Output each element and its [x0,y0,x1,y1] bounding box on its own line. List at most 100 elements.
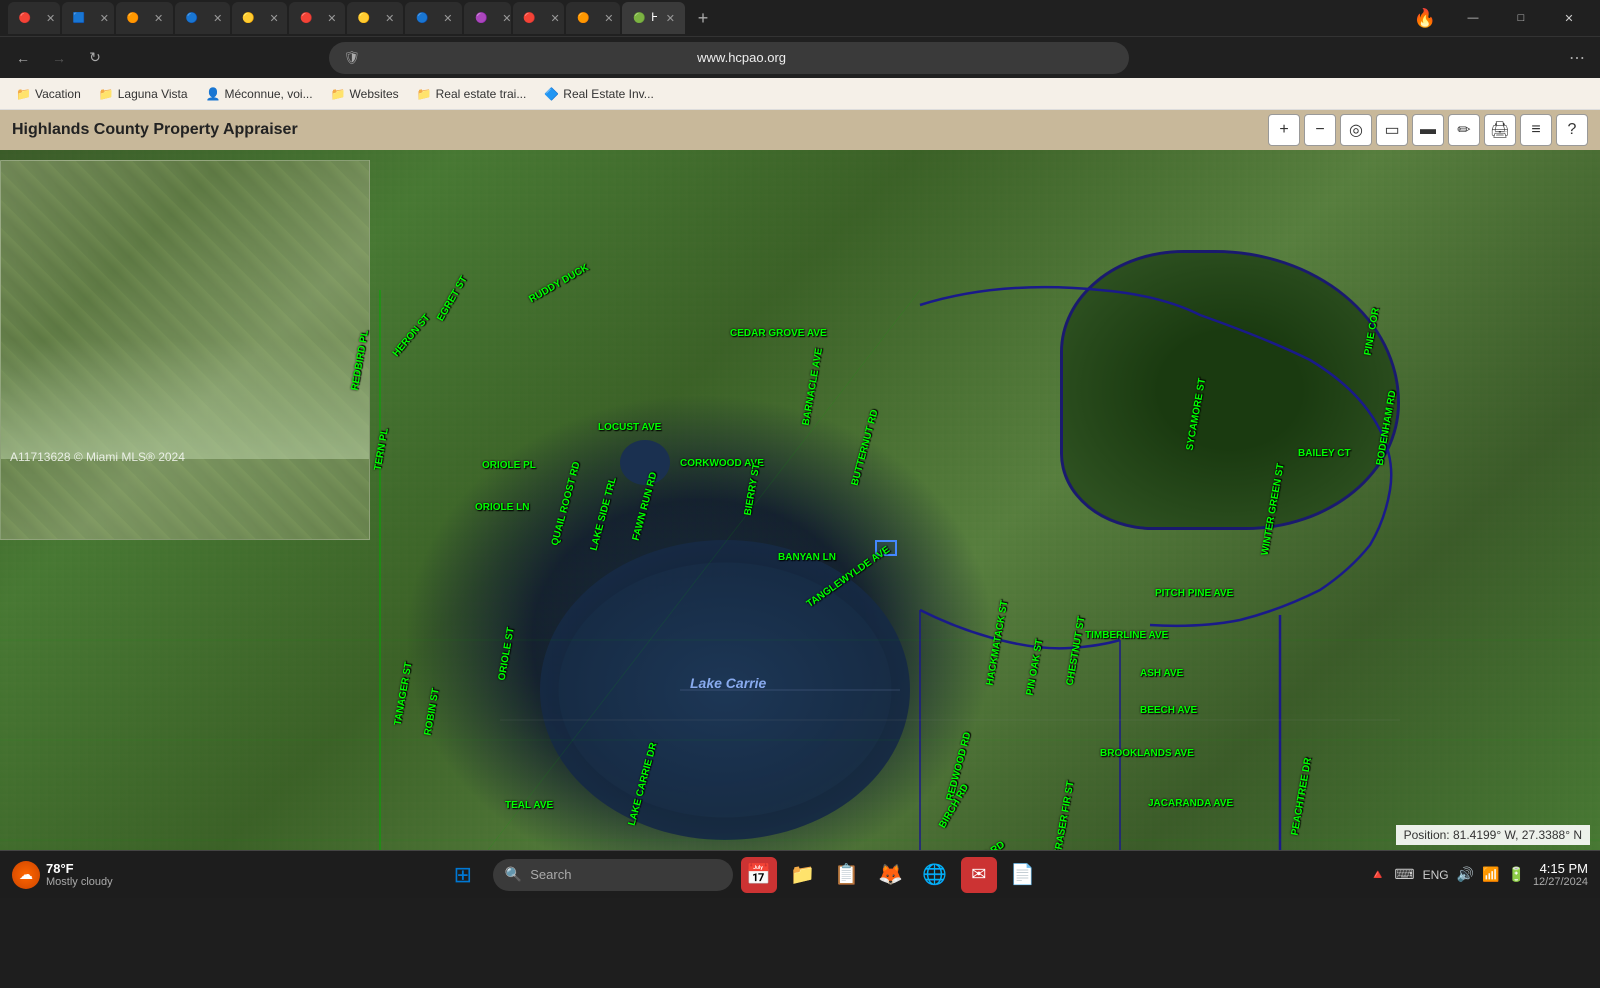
tab-messages[interactable]: 🔴 Message... ✕ [289,2,345,34]
street-label-brooklands-ave: BROOKLANDS AVE [1100,748,1194,759]
tab-favicon-resources: 🔵 [415,11,429,25]
network-icon[interactable]: 📶 [1482,866,1499,883]
tab-close-realestate[interactable]: ✕ [154,12,163,25]
zoom-out-button[interactable]: − [1304,114,1336,146]
tabs-container: 🔴 Sign In – ✕ 🟦 Calendar ✕ 🟠 Real Esta..… [8,2,685,34]
app-title: Highlands County Property Appraiser [12,121,298,139]
bookmark-real-estate-inv---[interactable]: 🔷Real Estate Inv... [536,84,661,104]
file-explorer-icon[interactable]: 📁 [785,857,821,893]
tab-c08[interactable]: 🟠 C-08-37... ✕ [566,2,620,34]
tab-favicon-messages: 🔴 [299,11,313,25]
search-placeholder: Search [530,867,571,882]
close-button[interactable]: ✕ [1546,0,1592,36]
layers-button[interactable]: ≡ [1520,114,1552,146]
tab-close-highlands[interactable]: ✕ [666,12,675,25]
tray-arrow[interactable]: 🔺 [1369,866,1386,883]
tab-matrix[interactable]: 🟣 Matrix ✕ [464,2,510,34]
window-controls: 🔥 — □ ✕ [1402,0,1592,36]
maximize-button[interactable]: □ [1498,0,1544,36]
tab-home[interactable]: 🟡 Home - h... ✕ [347,2,403,34]
pdf-icon[interactable]: 📄 [1005,857,1041,893]
menu-button[interactable]: ⋯ [1562,43,1592,73]
draw-rect-button[interactable]: ▭ [1376,114,1408,146]
tab-favicon-highlands: 🟢 [632,11,646,25]
tab-close-messages[interactable]: ✕ [327,12,336,25]
tab-close-home[interactable]: ✕ [385,12,394,25]
tab-signin[interactable]: 🔴 Sign In – ✕ [8,2,60,34]
street-label-bailey-ct: BAILEY CT [1298,448,1351,459]
tab-highlands[interactable]: 🟢 Highlands GIS ✕ [622,2,685,34]
flame-icon: 🔥 [1402,0,1448,36]
tab-close-news[interactable]: ✕ [270,12,279,25]
minimize-button[interactable]: — [1450,0,1496,36]
street-label-teal-ave: TEAL AVE [505,800,553,811]
tab-label-highlands: Highlands GIS [651,12,657,24]
locate-button[interactable]: ◎ [1340,114,1372,146]
property-watermark: A11713628 © Miami MLS® 2024 [10,450,185,464]
tab-resources[interactable]: 🔵 Resource... ✕ [405,2,462,34]
street-label-oriole-ln: ORIOLE LN [475,502,529,513]
keyboard-icon[interactable]: ⌨ [1394,866,1414,883]
start-button[interactable]: ⊞ [441,853,485,897]
help-button[interactable]: ? [1556,114,1588,146]
tab-close-youtube[interactable]: ✕ [551,12,560,25]
forward-button[interactable]: → [44,43,74,73]
tab-close-resources[interactable]: ✕ [443,12,452,25]
battery-icon[interactable]: 🔋 [1508,866,1525,883]
address-input[interactable]: 🛡 www.hcpao.org [329,42,1129,74]
volume-icon[interactable]: 🔊 [1457,866,1474,883]
bookmark-vacation[interactable]: 📁Vacation [8,84,89,104]
language-indicator[interactable]: ENG [1423,868,1449,882]
street-label-locust-ave: LOCUST AVE [598,422,661,433]
tab-close-signin[interactable]: ✕ [46,12,55,25]
taskbar-center: ⊞ 🔍 Search 📅 📁 📋 🦊 🌐 ✉ 📄 [119,853,1363,897]
tab-youtube[interactable]: 🔴 YouTube ✕ [513,2,565,34]
new-tab-button[interactable]: + [689,4,717,32]
taskbar-left: ☁ 78°F Mostly cloudy [12,861,113,889]
street-label-banyan-ln: BANYAN LN [778,552,836,563]
tab-property[interactable]: 🔵 Property... ✕ [175,2,229,34]
weather-description: Mostly cloudy [46,876,113,888]
taskbar-right: 🔺 ⌨ ENG 🔊 📶 🔋 4:15 PM 12/27/2024 [1369,861,1588,888]
back-button[interactable]: ← [8,43,38,73]
street-label-oriole-pl: ORIOLE PL [482,460,536,471]
zoom-in-button[interactable]: + [1268,114,1300,146]
notes-icon[interactable]: 📋 [829,857,865,893]
street-label-cedar-grove-ave: CEDAR GROVE AVE [730,328,827,339]
draw-tool-button[interactable]: ✏ [1448,114,1480,146]
url-text: www.hcpao.org [368,50,1115,65]
system-tray: 🔺 ⌨ ENG 🔊 📶 🔋 [1369,866,1525,883]
search-bar[interactable]: 🔍 Search [493,859,733,891]
print-button[interactable]: 🖨 [1484,114,1516,146]
calendar-taskbar-icon[interactable]: 📅 [741,857,777,893]
select-tool-button[interactable]: ▬ [1412,114,1444,146]
tab-news[interactable]: 🟡 (20) New... ✕ [232,2,288,34]
property-image-overlay [0,160,370,540]
bookmark-m-connue--voi---[interactable]: 👤Méconnue, voi... [198,84,321,104]
weather-widget[interactable]: ☁ 78°F Mostly cloudy [12,861,113,889]
tab-calendar[interactable]: 🟦 Calendar ✕ [62,2,114,34]
search-icon: 🔍 [505,866,522,883]
bookmarks-bar: 📁Vacation📁Laguna Vista👤Méconnue, voi...📁… [0,78,1600,110]
tab-close-matrix[interactable]: ✕ [502,12,511,25]
tab-close-c08[interactable]: ✕ [604,12,613,25]
mail-icon[interactable]: ✉ [961,857,997,893]
tab-favicon-c08: 🟠 [576,11,590,25]
tab-favicon-property: 🔵 [185,11,199,25]
bookmark-websites[interactable]: 📁Websites [323,84,407,104]
time-display[interactable]: 4:15 PM 12/27/2024 [1533,861,1588,888]
small-pond [620,440,670,485]
map-container[interactable]: A11713628 © Miami MLS® 2024 RUDDY DUCKEG [0,150,1600,850]
shield-icon: 🛡 [343,50,360,66]
tab-realestate[interactable]: 🟠 Real Esta... ✕ [116,2,173,34]
bookmark-laguna-vista[interactable]: 📁Laguna Vista [91,84,196,104]
refresh-button[interactable]: ↻ [80,43,110,73]
bookmark-real-estate-trai---[interactable]: 📁Real estate trai... [409,84,535,104]
temperature: 78°F [46,861,113,876]
tab-close-property[interactable]: ✕ [213,12,222,25]
weather-icon: ☁ [12,861,40,889]
tab-close-calendar[interactable]: ✕ [100,12,109,25]
fox-browser-icon[interactable]: 🦊 [873,857,909,893]
app-header: Highlands County Property Appraiser +−◎▭… [0,110,1600,150]
edge-browser-icon[interactable]: 🌐 [917,857,953,893]
